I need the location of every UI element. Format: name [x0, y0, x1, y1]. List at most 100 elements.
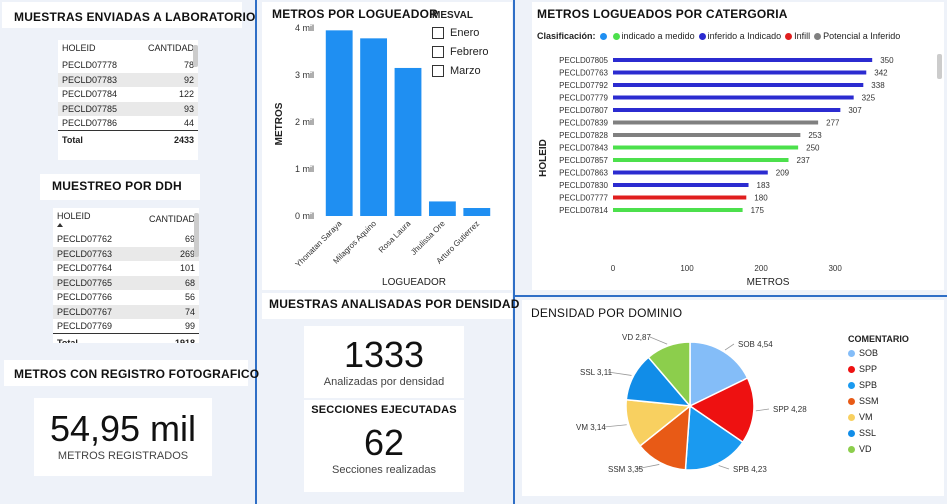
bar[interactable] — [394, 67, 422, 216]
densidad-kpi-card: 1333 Analizadas por densidad — [304, 326, 464, 398]
bar[interactable] — [325, 30, 353, 216]
bar[interactable] — [613, 158, 789, 162]
table-row[interactable]: PECLD07765 68 — [53, 275, 199, 290]
table-row[interactable]: PECLD07778 78 — [58, 58, 198, 73]
legend-item-spb[interactable]: SPB — [848, 380, 909, 390]
right-divider — [515, 295, 947, 297]
table-row[interactable]: PECLD07764 101 — [53, 261, 199, 276]
checkbox-icon[interactable] — [432, 27, 444, 40]
slice-label: VD 2,87 — [622, 333, 651, 342]
table-row[interactable]: PECLD07786 44 — [58, 116, 198, 131]
table-row[interactable]: PECLD07784 122 — [58, 87, 198, 102]
total-label: Total — [53, 333, 132, 343]
total-value: 1918 — [131, 333, 199, 343]
data-label: 325 — [862, 94, 876, 103]
bar[interactable] — [613, 95, 854, 100]
bar[interactable] — [613, 83, 864, 87]
mesval-option-marzo[interactable]: Marzo — [432, 65, 510, 78]
laboratorio-table: HOLEID CANTIDAD PECLD07778 78 PECLD07783 92 PE… — [58, 40, 198, 147]
legend-label: SPP — [859, 364, 878, 374]
col-header-holeid[interactable]: HOLEID — [53, 208, 132, 232]
table-row[interactable]: PECLD07769 99 — [53, 319, 199, 334]
legend-item-sob[interactable]: SOB — [848, 348, 909, 358]
table-header: HOLEID CANTIDAD — [53, 208, 199, 232]
y-tick-label: PECLD07777 — [559, 194, 608, 203]
bar[interactable] — [613, 120, 819, 125]
holeid-cell: PECLD07783 — [58, 72, 134, 87]
data-label: 342 — [874, 69, 888, 78]
categoria-chart: PECLD07805 350 PECLD07763 342 PECLD07792 338 P… — [538, 56, 894, 288]
sort-asc-icon[interactable] — [57, 223, 63, 227]
cantidad-cell: 122 — [178, 89, 194, 100]
mesval-option-febrero[interactable]: Febrero — [432, 46, 510, 59]
slice-label: SOB 4,54 — [738, 340, 773, 349]
logueador-panel: METROS POR LOGUEADOR 0 mil 1 mil 2 mil 3 mi… — [262, 2, 512, 290]
legend-item-ssm[interactable]: SSM — [848, 396, 909, 406]
ddh-scrollbar[interactable] — [194, 213, 199, 257]
cantidad-cell: 74 — [131, 304, 199, 319]
y-tick-label: 0 mil — [295, 211, 314, 221]
bar[interactable] — [613, 170, 768, 175]
bar[interactable] — [463, 208, 491, 216]
data-label: 209 — [776, 169, 790, 178]
data-label: 307 — [848, 106, 862, 115]
data-label: 277 — [826, 119, 840, 128]
legend-item-vd[interactable]: VD — [848, 444, 909, 454]
col-header-cantidad[interactable]: CANTIDAD — [132, 208, 199, 232]
total-label: Total — [58, 130, 134, 147]
y-tick-label: 1 mil — [295, 164, 314, 174]
legend-dot-icon — [848, 414, 855, 422]
mesval-option-enero[interactable]: Enero — [432, 27, 510, 40]
y-tick-label: PECLD07857 — [559, 156, 608, 165]
cantidad-cell: 101 — [179, 263, 195, 274]
laboratorio-scrollbar[interactable] — [193, 45, 198, 67]
legend-item-spp[interactable]: SPP — [848, 364, 909, 374]
holeid-cell: PECLD07763 — [53, 246, 132, 261]
holeid-cell: PECLD07762 — [57, 234, 113, 245]
x-axis-title: LOGUEADOR — [382, 277, 446, 288]
table-row[interactable]: PECLD07767 74 — [53, 304, 199, 319]
table-row[interactable]: PECLD07766 56 — [53, 290, 199, 305]
holeid-cell: PECLD07785 — [58, 101, 134, 116]
densidad-kpi-value: 1333 — [343, 334, 425, 375]
y-tick-label: 4 mil — [295, 23, 314, 33]
cantidad-cell: 93 — [133, 101, 198, 116]
ddh-table-panel: HOLEID CANTIDAD PECLD07762 69 PECLD07763 269 P… — [53, 208, 199, 343]
col-header-cantidad[interactable]: CANTIDAD — [133, 40, 198, 58]
legend-item-vm[interactable]: VM — [848, 412, 909, 422]
legend-dot-icon — [848, 366, 855, 374]
foto-kpi-value: 54,95 mil — [49, 408, 197, 449]
secciones-title: SECCIONES EJECUTADAS — [311, 404, 457, 416]
secciones-kpi-label: Secciones realizadas — [332, 464, 436, 476]
y-tick-label: PECLD07807 — [559, 106, 608, 115]
bar[interactable] — [613, 70, 867, 75]
bar[interactable] — [613, 58, 873, 62]
bar[interactable] — [613, 145, 799, 150]
table-row[interactable]: PECLD07762 69 — [53, 232, 199, 247]
data-label: 180 — [754, 194, 768, 203]
legend-item-ssl[interactable]: SSL — [848, 428, 909, 438]
bar[interactable] — [613, 133, 801, 137]
col-header-holeid[interactable]: HOLEID — [58, 40, 133, 58]
bar[interactable] — [613, 108, 841, 112]
table-row[interactable]: PECLD07783 92 — [58, 72, 198, 87]
checkbox-icon[interactable] — [432, 65, 444, 78]
checkbox-icon[interactable] — [432, 46, 444, 59]
bar[interactable] — [613, 195, 747, 200]
legend-label: VD — [859, 444, 872, 454]
mesval-slicer: MESVAL Enero Febrero Marzo — [432, 10, 510, 84]
table-row[interactable]: PECLD07785 93 — [58, 101, 198, 116]
cantidad-cell: 44 — [183, 118, 194, 128]
data-label: 175 — [751, 206, 765, 215]
bar[interactable] — [613, 183, 749, 187]
holeid-cell: PECLD07767 — [53, 304, 132, 319]
ddh-title-panel: MUESTREO POR DDH — [40, 174, 200, 200]
bar[interactable] — [428, 201, 456, 216]
table-row[interactable]: PECLD07763 269 — [53, 246, 199, 261]
x-tick-label: 0 — [611, 264, 616, 273]
holeid-cell: PECLD07769 — [57, 321, 113, 331]
bar[interactable] — [360, 38, 388, 217]
holeid-cell: PECLD07766 — [57, 292, 113, 303]
slice-label: SPB 4,23 — [733, 465, 767, 474]
bar[interactable] — [613, 208, 743, 212]
